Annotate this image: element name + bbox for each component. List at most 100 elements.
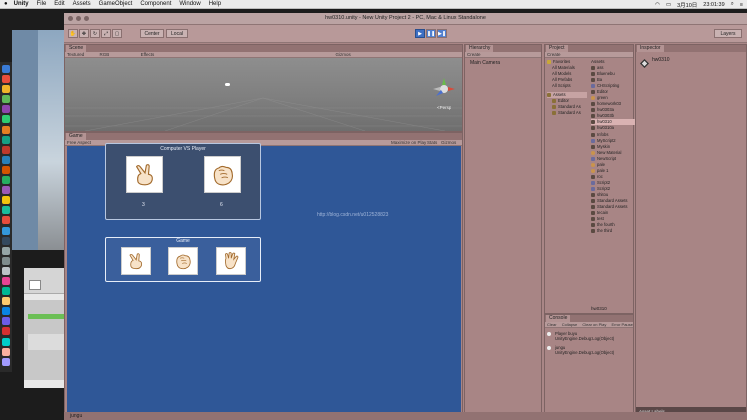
- computer-score: 3: [142, 202, 145, 208]
- apple-icon[interactable]: ●: [4, 1, 8, 7]
- choose-paper-button[interactable]: [216, 247, 246, 275]
- pivot-center-button[interactable]: Center: [140, 29, 164, 38]
- menu-window[interactable]: Window: [179, 1, 200, 7]
- project-create-dropdown[interactable]: Create: [547, 52, 561, 57]
- asset-icon: [591, 84, 595, 89]
- mac-menubar: ● Unity File Edit Assets GameObject Comp…: [0, 0, 747, 9]
- dock-app-icon[interactable]: [2, 105, 10, 114]
- crop-icon[interactable]: [29, 280, 41, 290]
- battery-icon[interactable]: ▭: [666, 2, 671, 8]
- pivot-local-button[interactable]: Local: [166, 29, 188, 38]
- dock-app-icon[interactable]: [2, 337, 10, 346]
- dock-app-icon[interactable]: [2, 145, 10, 154]
- menu-help[interactable]: Help: [209, 1, 221, 7]
- console-collapse-button[interactable]: Collapse: [562, 322, 578, 327]
- step-button[interactable]: ▶❚: [437, 29, 447, 38]
- dock-app-icon[interactable]: [2, 276, 10, 285]
- menu-gameobject[interactable]: GameObject: [99, 1, 133, 7]
- dock-app-icon[interactable]: [2, 307, 10, 316]
- menubar-time[interactable]: 23:01:39: [703, 2, 724, 8]
- dock-app-icon[interactable]: [2, 246, 10, 255]
- dock-app-icon[interactable]: [2, 115, 10, 124]
- dock-app-icon[interactable]: [2, 266, 10, 275]
- dock-app-icon[interactable]: [2, 165, 10, 174]
- camera-gizmo-icon[interactable]: [225, 83, 230, 86]
- dock-app-icon[interactable]: [2, 206, 10, 215]
- scale-tool-icon[interactable]: ⤢: [101, 29, 111, 38]
- dock-app-icon[interactable]: [2, 186, 10, 195]
- dock-app-icon[interactable]: [2, 95, 10, 104]
- tab-hierarchy[interactable]: Hierarchy: [466, 45, 494, 52]
- scene-viewport[interactable]: <Persp: [65, 58, 462, 131]
- menu-edit[interactable]: Edit: [54, 1, 64, 7]
- scene-persp-label[interactable]: <Persp: [437, 105, 451, 110]
- scene-gizmos-dropdown[interactable]: Gizmos: [336, 52, 351, 57]
- notification-icon[interactable]: ≡: [740, 2, 743, 8]
- dock-app-icon[interactable]: [2, 226, 10, 235]
- dock-app-icon[interactable]: [2, 357, 10, 366]
- hierarchy-create-dropdown[interactable]: Create: [467, 52, 481, 57]
- scene-effects-dropdown[interactable]: Effects: [141, 52, 155, 57]
- tab-console[interactable]: Console: [546, 315, 571, 322]
- project-panel: Project Create Favorites All Materials A…: [544, 44, 635, 314]
- status-message[interactable]: jungu: [70, 413, 82, 419]
- folder-tree-item[interactable]: Standard As: [547, 110, 587, 116]
- game-aspect-dropdown[interactable]: Free Aspect: [67, 140, 91, 145]
- dock-app-icon[interactable]: [2, 327, 10, 336]
- menu-file[interactable]: File: [37, 1, 47, 7]
- choose-scissors-button[interactable]: [121, 247, 151, 275]
- dock-app-icon[interactable]: [2, 176, 10, 185]
- wifi-icon[interactable]: ◠: [655, 2, 660, 8]
- move-tool-icon[interactable]: ✥: [79, 29, 89, 38]
- dock-app-icon[interactable]: [2, 85, 10, 94]
- pause-button[interactable]: ❚❚: [426, 29, 436, 38]
- asset-icon: [591, 193, 595, 197]
- dock-app-icon[interactable]: [2, 75, 10, 84]
- menubar-date[interactable]: 3月10日: [677, 1, 697, 9]
- scene-shading-dropdown[interactable]: Textured: [67, 52, 84, 57]
- console-error-pause-button[interactable]: Error Pause: [612, 322, 633, 327]
- tab-game[interactable]: Game: [66, 133, 86, 140]
- dock-app-icon[interactable]: [2, 317, 10, 326]
- dock-app-icon[interactable]: [2, 216, 10, 225]
- assets-breadcrumb[interactable]: Assets: [591, 59, 605, 64]
- hierarchy-item-main-camera[interactable]: Main Camera: [470, 60, 500, 66]
- project-asset-item[interactable]: the third: [591, 228, 635, 234]
- rect-tool-icon[interactable]: ▢: [112, 29, 122, 38]
- menu-assets[interactable]: Assets: [73, 1, 91, 7]
- console-clear-button[interactable]: Clear: [547, 322, 557, 327]
- dock-app-icon[interactable]: [2, 196, 10, 205]
- dock-app-icon[interactable]: [2, 256, 10, 265]
- dock-app-icon[interactable]: [2, 297, 10, 306]
- dock-app-icon[interactable]: [2, 287, 10, 296]
- tab-scene[interactable]: Scene: [66, 45, 87, 52]
- dock-app-icon[interactable]: [2, 135, 10, 144]
- tab-project[interactable]: Project: [546, 45, 568, 52]
- spotlight-icon[interactable]: ⌕: [731, 1, 734, 8]
- layers-dropdown[interactable]: Layers: [714, 29, 742, 38]
- mac-dock: [0, 62, 12, 372]
- hand-tool-icon[interactable]: ✋: [68, 29, 78, 38]
- favorite-item[interactable]: All Scripts: [547, 83, 587, 89]
- menubar-status-area: ◠ ▭ 3月10日 23:01:39 ⌕ ≡: [655, 0, 743, 9]
- window-title: hw0310.unity - New Unity Project 2 - PC,…: [325, 15, 486, 21]
- dock-app-icon[interactable]: [2, 65, 10, 73]
- rotate-tool-icon[interactable]: ↻: [90, 29, 100, 38]
- choose-rock-button[interactable]: [168, 247, 198, 275]
- dock-app-icon[interactable]: [2, 155, 10, 164]
- dock-app-icon[interactable]: [2, 347, 10, 356]
- scene-rgb-dropdown[interactable]: RGB: [100, 52, 110, 57]
- play-button[interactable]: ▶: [415, 29, 425, 38]
- tab-inspector[interactable]: Inspector: [637, 45, 664, 52]
- project-assets-list: ass Bluenebu Ba CHScripting Editor green homew…: [591, 65, 635, 234]
- log-stacktrace: UnityEngine.Debug:Log(Object): [555, 336, 615, 341]
- timeline-clip[interactable]: [28, 314, 64, 319]
- dock-app-icon[interactable]: [2, 236, 10, 245]
- menu-component[interactable]: Component: [140, 1, 171, 7]
- timeline-track[interactable]: [28, 334, 64, 350]
- console-clear-on-play-button[interactable]: Clear on Play: [582, 322, 606, 327]
- dock-app-icon[interactable]: [2, 125, 10, 134]
- menu-app-unity[interactable]: Unity: [14, 1, 29, 7]
- inspector-panel: Inspector hw0310 Asset Labels: [635, 44, 747, 418]
- scene-orientation-gizmo-icon[interactable]: [431, 76, 457, 102]
